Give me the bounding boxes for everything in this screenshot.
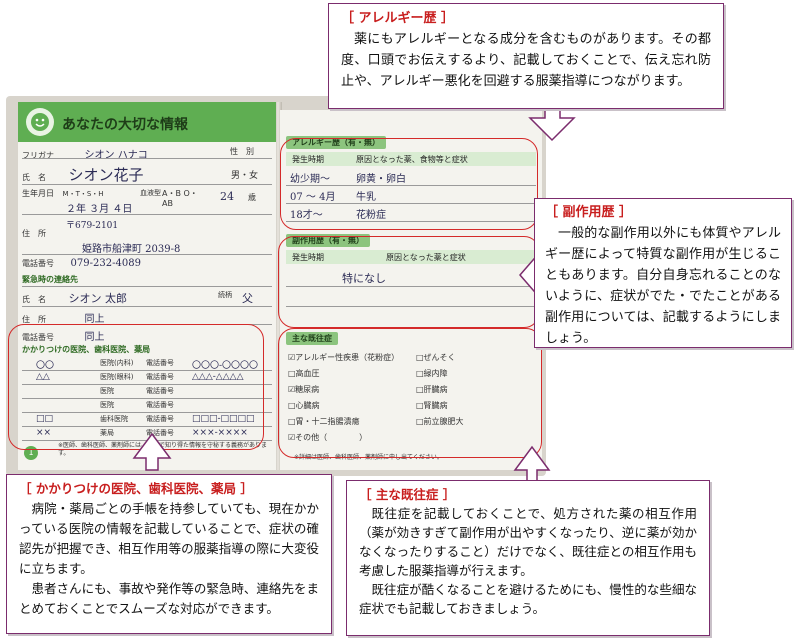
divider <box>22 286 272 287</box>
callout-history-title: ［ 主な既往症 ］ <box>359 487 456 502</box>
clinic-highlight <box>8 324 264 450</box>
notebook-photo: あなたの大切な情報 フリガナ シオン ハナコ 性 別 氏 名 シオン花子 男・女… <box>6 96 546 476</box>
divider <box>22 306 272 307</box>
callout-history-body-1: 既往症を記載しておくことで、処方された薬の相互作用（薬が効きすぎて副作用が出やす… <box>359 506 697 578</box>
blood-label: 血液型 <box>140 189 161 197</box>
callout-side-effect: ［ 副作用歴 ］ 一般的な副作用以外にも体質やアレルギー歴によって特質な副作用が… <box>534 198 792 348</box>
emergency-name-label: 氏 名 <box>22 295 46 304</box>
sex-value: 男・女 <box>230 171 258 181</box>
phone-value: 079-232-4089 <box>70 258 141 269</box>
address-label: 住 所 <box>22 229 46 238</box>
divider <box>22 158 272 159</box>
header-band: あなたの大切な情報 <box>18 102 276 142</box>
dob-label: 生年月日 <box>22 189 54 198</box>
callout-clinic-body-2: 患者さんにも、事故や発作等の緊急時、連絡先をまとめておくことでスムーズな対応がで… <box>19 581 319 616</box>
dob-value: ２年 ３月 ４日 <box>66 204 133 215</box>
dob-era: M・T・S・H <box>62 190 104 198</box>
emergency-name-value: シオン 太郎 <box>68 292 128 305</box>
phone-row: 電話番号 079-232-4089 <box>22 258 272 269</box>
name-label: 氏 名 <box>22 173 46 182</box>
callout-allergy-body: 薬にもアレルギーとなる成分を含むものがあります。その都度、口頭でお伝えするより、… <box>341 32 711 89</box>
emergency-name-row: 氏 名 シオン 太郎 続柄 父 <box>22 290 272 306</box>
callout-history-body-2: 既往症が酷くなることを避けるためにも、慢性的な些細な症状でも記載しておきましょう… <box>359 582 697 616</box>
divider <box>22 254 272 255</box>
callout-clinic: ［ かかりつけの医院、歯科医院、薬局 ］ 病院・薬局ごとの手帳を持参していても、… <box>6 474 332 634</box>
sex-label: 性 別 <box>230 147 254 156</box>
page-title: あなたの大切な情報 <box>62 117 188 133</box>
divider <box>22 184 272 185</box>
emergency-address-row: 住 所 同上 <box>22 310 272 325</box>
callout-allergy: ［ アレルギー歴 ］ 薬にもアレルギーとなる成分を含むものがあります。その都度、… <box>328 3 724 109</box>
history-highlight <box>278 328 542 458</box>
smiley-icon <box>26 108 54 136</box>
furigana-value: シオン ハナコ <box>84 150 148 161</box>
address-value: 姫路市船津町 2039-8 <box>82 244 181 255</box>
callout-clinic-title: ［ かかりつけの医院、歯科医院、薬局 ］ <box>19 481 253 496</box>
emergency-heading: 緊急時の連絡先 <box>22 275 78 284</box>
relation-label: 続柄 <box>218 291 232 299</box>
relation-value: 父 <box>242 292 253 305</box>
divider <box>22 214 272 215</box>
side-effect-highlight <box>278 236 540 328</box>
callout-history: ［ 主な既往症 ］ 既往症を記載しておくことで、処方された薬の相互作用（薬が効き… <box>346 480 710 636</box>
name-row: 氏 名 シオン花子 男・女 <box>22 164 272 185</box>
emergency-address-label: 住 所 <box>22 315 46 324</box>
callout-clinic-body-1: 病院・薬局ごとの手帳を持参していても、現在かかっている医院の情報を記載しているこ… <box>19 501 319 576</box>
allergy-highlight <box>280 138 538 230</box>
dob-row: 生年月日 M・T・S・H 血液型 A・B O・AB 24 歳 <box>22 188 272 208</box>
callout-allergy-title: ［ アレルギー歴 ］ <box>341 11 455 26</box>
phone-label: 電話番号 <box>22 259 54 268</box>
callout-side-effect-title: ［ 副作用歴 ］ <box>545 205 633 220</box>
name-value: シオン花子 <box>68 166 144 184</box>
callout-side-effect-body: 一般的な副作用以外にも体質やアレルギー歴によって特質な副作用が生じることもありま… <box>545 226 781 346</box>
